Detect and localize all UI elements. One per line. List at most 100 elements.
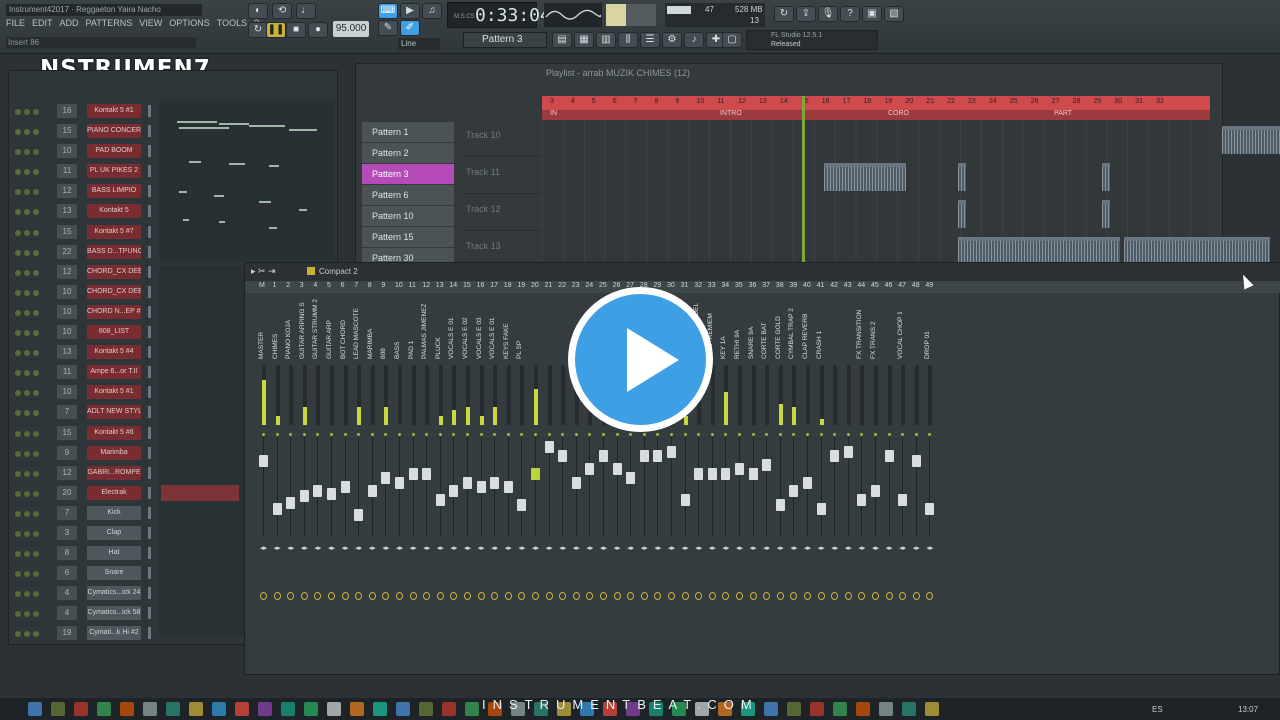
playlist-track[interactable]: Track 12 [462,194,1210,231]
volume-fader[interactable] [340,481,350,493]
channel-name-button[interactable]: Electrak [87,485,141,500]
channel-mixer-track[interactable]: 22 [57,244,77,259]
volume-fader[interactable] [354,509,364,522]
taskbar-app-icon[interactable] [212,702,226,716]
volume-fader[interactable] [408,467,418,480]
mixer-track-name[interactable]: PLUCK [435,299,446,359]
led-icon[interactable] [24,289,30,296]
channel-leds[interactable] [15,368,45,377]
mixer-track-name[interactable]: FX TRANSITION [856,299,867,359]
taskbar-app-icon[interactable] [373,702,387,716]
track-grid[interactable] [542,194,1210,231]
send-knob[interactable] [436,592,444,600]
channel-row[interactable]: 10 CHORD N...EP #2 [9,302,154,322]
mute-led[interactable] [833,433,837,436]
channel-leds[interactable] [15,609,45,618]
channel-row[interactable]: 10 CHORD_CX DEEP [9,282,154,302]
mute-led[interactable] [656,433,660,436]
channel-leds[interactable] [15,549,45,558]
channel-select[interactable] [148,486,151,499]
led-icon[interactable] [33,189,39,196]
send-knob[interactable] [736,592,743,600]
stereo-icon[interactable]: ◂▸ [722,544,729,552]
channel-name-button[interactable]: Kontakt 5 #6 [87,425,141,440]
mixer-track-name[interactable]: PIANO KOJA [285,299,296,359]
channel-name-button[interactable]: PAD BOOM [87,144,141,159]
stereo-icon[interactable]: ◂▸ [505,544,512,552]
stereo-icon[interactable]: ◂▸ [790,544,797,552]
send-knob[interactable] [817,592,825,600]
export-icon[interactable]: ▧ [884,6,904,22]
send-knob[interactable] [409,592,417,600]
taskbar-app-icon[interactable] [327,702,341,716]
channel-mixer-track[interactable]: 19 [57,626,77,641]
channel-select[interactable] [148,285,151,298]
stereo-icon[interactable]: ◂▸ [926,544,933,552]
led-icon[interactable] [24,109,30,115]
channel-leds[interactable] [15,429,45,437]
stereo-icon[interactable]: ◂▸ [342,544,349,552]
volume-fader[interactable] [571,476,581,489]
volume-fader[interactable] [612,463,622,476]
channel-mixer-track[interactable]: 4 [57,606,77,621]
mixer-strip[interactable]: SNARE 9A ◂▸ [747,295,760,665]
channel-name-button[interactable]: BASS LIMPIO [87,184,141,199]
channel-row[interactable]: 3 Clap [9,523,154,543]
channel-leds[interactable] [15,147,45,156]
led-icon[interactable] [15,591,21,598]
led-icon[interactable] [33,330,39,337]
timeline-marker[interactable]: INTRO [720,110,742,117]
mixer-strip[interactable]: PALMAS JIMENEZ ◂▸ [420,295,433,665]
channel-name-button[interactable]: Kontakt 5 #7 [87,224,141,239]
led-icon[interactable] [33,390,39,397]
channel-mixer-track[interactable]: 20 [57,485,77,500]
led-icon[interactable] [33,631,39,638]
volume-fader[interactable] [435,494,445,507]
stereo-icon[interactable]: ◂▸ [913,544,920,552]
taskbar-app-icon[interactable] [787,702,801,716]
mixer-track-name[interactable]: LEAD MASCOTE [353,299,364,359]
volume-fader[interactable] [680,494,690,507]
mixer-track-name[interactable] [843,299,854,359]
channel-select[interactable] [148,526,151,539]
channel-row[interactable]: 4 Cymatics...ick 58 [9,603,154,623]
channel-mixer-track[interactable]: 7 [57,405,77,420]
mute-led[interactable] [751,433,755,436]
led-icon[interactable] [33,551,39,558]
channel-leds[interactable] [15,248,45,256]
mute-led[interactable] [697,433,701,436]
volume-fader[interactable] [803,476,812,489]
channel-name-button[interactable]: PIANO CONCERT [87,124,141,139]
channel-name-button[interactable]: Kick [87,505,141,520]
send-knob[interactable] [912,592,920,600]
channel-row[interactable]: 7 Kick [9,503,154,523]
led-icon[interactable] [15,129,21,136]
mixer-layout-title[interactable]: Compact 2 [319,267,358,276]
volume-fader[interactable] [911,454,921,467]
led-icon[interactable] [15,289,21,296]
mixer-track-name[interactable]: MARIMBA [367,299,378,359]
channel-select[interactable] [148,105,151,117]
volume-fader[interactable] [395,476,404,489]
led-icon[interactable] [15,450,21,457]
mute-led[interactable] [765,433,769,436]
volume-fader[interactable] [667,445,676,458]
menu-patterns[interactable]: PATTERNS [86,18,133,30]
led-icon[interactable] [24,370,30,377]
mixer-strip[interactable]: ◂▸ [910,295,923,665]
mute-led[interactable] [493,433,497,436]
led-icon[interactable] [15,350,21,357]
mixer-strip[interactable]: ◂▸ [828,295,841,665]
audio-clip[interactable] [1222,126,1280,154]
volume-fader[interactable] [789,485,799,498]
channel-select[interactable] [148,346,151,359]
send-knob[interactable] [668,592,675,600]
news-panel[interactable]: FL Studio 12.5.1 Released [746,30,878,50]
volume-fader[interactable] [626,472,636,485]
mixer-strip[interactable]: ◂▸ [543,295,556,665]
volume-fader[interactable] [259,454,268,467]
timeline-marker[interactable]: PART [1054,110,1072,117]
channel-mixer-track[interactable]: 9 [57,445,77,460]
channel-name-button[interactable]: BASS D...TPUNO [87,244,141,259]
channel-select[interactable] [148,406,151,419]
